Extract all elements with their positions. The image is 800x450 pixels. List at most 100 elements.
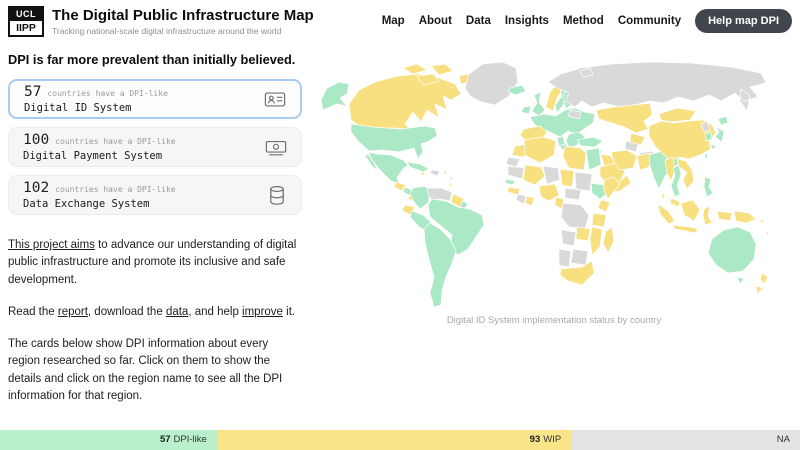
- region-algeria[interactable]: [524, 137, 556, 163]
- region-kazakhstan[interactable]: [596, 103, 652, 133]
- region-russia[interactable]: [548, 62, 766, 111]
- text-span: The cards below show DPI information abo…: [8, 338, 282, 402]
- card-text: 57 countries have a DPI-like Digital ID …: [24, 84, 168, 114]
- region-central-africa[interactable]: [565, 188, 581, 200]
- text-span: Read the: [8, 306, 58, 318]
- region-hispaniola[interactable]: [430, 170, 440, 176]
- region-zambia[interactable]: [576, 227, 590, 241]
- region-indonesia[interactable]: [658, 200, 732, 233]
- region-pacific-islands[interactable]: [760, 219, 769, 236]
- page: UCL IIPP The Digital Public Infrastructu…: [0, 0, 800, 450]
- region-new-zealand[interactable]: [756, 273, 768, 294]
- page-title: The Digital Public Infrastructure Map: [52, 7, 314, 24]
- region-mongolia[interactable]: [659, 108, 696, 122]
- text-link[interactable]: This project aims: [8, 239, 95, 251]
- card-suffix: countries have a DPI-like: [55, 185, 175, 194]
- region-alaska[interactable]: [321, 82, 349, 110]
- region-south-korea[interactable]: [705, 132, 712, 141]
- region-western-sahara[interactable]: [506, 157, 520, 167]
- legend-segment-wip[interactable]: 93WIP: [217, 430, 571, 450]
- region-sudan[interactable]: [575, 172, 592, 191]
- text-link[interactable]: data: [166, 306, 188, 318]
- region-uk[interactable]: [532, 92, 545, 116]
- main-nav: Map About Data Insights Method Community…: [382, 9, 792, 33]
- region-australia[interactable]: [708, 227, 756, 284]
- title-block: The Digital Public Infrastructure Map Tr…: [52, 7, 314, 36]
- region-kenya[interactable]: [598, 200, 610, 212]
- banknote-icon: [265, 138, 287, 157]
- card-digital-payment-system[interactable]: 100 countries have a DPI-like Digital Pa…: [8, 127, 302, 167]
- region-madagascar[interactable]: [603, 227, 614, 253]
- card-count: 102: [23, 180, 49, 196]
- region-namibia[interactable]: [559, 249, 571, 267]
- world-map: [312, 58, 796, 312]
- legend-count: 57: [160, 434, 171, 445]
- region-greenland[interactable]: [465, 62, 518, 105]
- legend-segment-na[interactable]: NA: [571, 430, 800, 450]
- region-papua-new-guinea[interactable]: [734, 211, 756, 223]
- database-icon: [267, 185, 287, 206]
- region-zimbabwe-botswana[interactable]: [571, 249, 588, 265]
- card-data-exchange-system[interactable]: 102 countries have a DPI-like Data Excha…: [8, 175, 302, 215]
- region-philippines[interactable]: [704, 177, 713, 197]
- legend-label: WIP: [543, 434, 561, 445]
- text-link[interactable]: improve: [242, 306, 283, 318]
- help-map-dpi-button[interactable]: Help map DPI: [695, 9, 792, 33]
- region-taiwan[interactable]: [704, 153, 708, 160]
- dpi-cards: 57 countries have a DPI-like Digital ID …: [8, 79, 302, 215]
- id-card-icon: [264, 90, 286, 109]
- text-span: , download the: [88, 306, 166, 318]
- card-count: 57: [24, 84, 41, 100]
- region-jamaica[interactable]: [420, 172, 425, 176]
- region-niger[interactable]: [543, 166, 560, 184]
- region-senegal[interactable]: [505, 179, 516, 185]
- nav-item-method[interactable]: Method: [563, 15, 604, 27]
- paragraph: Read the report, download the data, and …: [8, 304, 300, 321]
- legend-count: 93: [530, 434, 541, 445]
- card-text: 102 countries have a DPI-like Data Excha…: [23, 180, 176, 210]
- logo-iipp: IIPP: [10, 21, 42, 35]
- region-canada[interactable]: [349, 74, 461, 130]
- card-text: 100 countries have a DPI-like Digital Pa…: [23, 132, 176, 162]
- nav-item-community[interactable]: Community: [618, 15, 681, 27]
- region-egypt[interactable]: [586, 148, 601, 170]
- text-span: , and help: [188, 306, 242, 318]
- region-ghana[interactable]: [525, 196, 534, 206]
- paragraph: This project aims to advance our underst…: [8, 237, 300, 289]
- region-malaysia[interactable]: [670, 198, 680, 207]
- region-sri-lanka[interactable]: [661, 193, 665, 200]
- region-usa[interactable]: [351, 124, 437, 159]
- region-drc[interactable]: [561, 203, 589, 229]
- card-system-name: Digital Payment System: [23, 150, 176, 162]
- region-angola[interactable]: [561, 230, 576, 246]
- text-span: it.: [283, 306, 295, 318]
- nav-item-data[interactable]: Data: [466, 15, 491, 27]
- region-libya[interactable]: [563, 146, 586, 170]
- region-southern-south-america[interactable]: [424, 223, 456, 307]
- region-chad[interactable]: [560, 169, 574, 187]
- region-tanzania[interactable]: [592, 213, 606, 227]
- headline: DPI is far more prevalent than initially…: [8, 52, 302, 67]
- legend-label: DPI-like: [174, 434, 207, 445]
- region-mozambique[interactable]: [590, 227, 602, 255]
- region-mexico[interactable]: [365, 152, 408, 185]
- card-system-name: Digital ID System: [24, 102, 168, 114]
- nav-item-map[interactable]: Map: [382, 15, 405, 27]
- region-ivory-coast[interactable]: [516, 194, 526, 204]
- region-mauritania[interactable]: [508, 166, 524, 179]
- text-link[interactable]: report: [58, 306, 88, 318]
- nav-item-about[interactable]: About: [419, 15, 452, 27]
- card-suffix: countries have a DPI-like: [47, 89, 167, 98]
- sidebar-paragraphs: This project aims to advance our underst…: [8, 237, 302, 405]
- region-mali[interactable]: [523, 165, 545, 185]
- region-venezuela[interactable]: [427, 188, 452, 201]
- nav-item-insights[interactable]: Insights: [505, 15, 549, 27]
- legend-segment-dpi-like[interactable]: 57DPI-like: [0, 430, 217, 450]
- region-cuba[interactable]: [407, 162, 429, 172]
- map-caption: Digital ID System implementation status …: [312, 315, 796, 326]
- card-suffix: countries have a DPI-like: [55, 137, 175, 146]
- paragraph: The cards below show DPI information abo…: [8, 336, 300, 405]
- region-caribbean-islands[interactable]: [443, 171, 453, 188]
- card-digital-id-system[interactable]: 57 countries have a DPI-like Digital ID …: [8, 79, 302, 119]
- region-ireland[interactable]: [521, 106, 531, 114]
